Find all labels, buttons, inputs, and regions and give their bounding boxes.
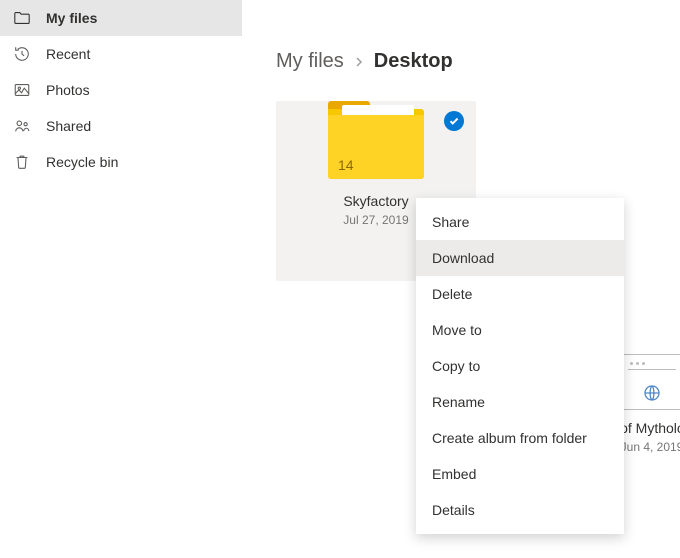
sidebar-item-label: Recent [46,46,90,62]
clock-icon [12,44,32,64]
menu-download[interactable]: Download [416,240,624,276]
menu-delete[interactable]: Delete [416,276,624,312]
sidebar-item-shared[interactable]: Shared [0,108,242,144]
sidebar-item-label: Shared [46,118,91,134]
folder-icon: 14 [328,101,424,179]
web-shortcut-icon [621,354,680,410]
photos-icon [12,80,32,100]
shared-icon [12,116,32,136]
folder-icon [12,8,32,28]
sidebar-item-my-files[interactable]: My files [0,0,242,36]
breadcrumb: My files Desktop [276,50,680,73]
menu-details[interactable]: Details [416,492,624,528]
context-menu: Share Download Delete Move to Copy to Re… [416,198,624,534]
menu-create-album[interactable]: Create album from folder [416,420,624,456]
selection-check-icon[interactable] [444,111,464,131]
menu-rename[interactable]: Rename [416,384,624,420]
sidebar-item-photos[interactable]: Photos [0,72,242,108]
menu-move-to[interactable]: Move to [416,312,624,348]
sidebar-item-recent[interactable]: Recent [0,36,242,72]
recycle-bin-icon [12,152,32,172]
sidebar-item-label: Photos [46,82,90,98]
sidebar-item-label: My files [46,10,97,26]
menu-share[interactable]: Share [416,204,624,240]
sidebar-item-recycle-bin[interactable]: Recycle bin [0,144,242,180]
menu-embed[interactable]: Embed [416,456,624,492]
folder-item-count: 14 [338,157,354,173]
sidebar-item-label: Recycle bin [46,154,118,170]
menu-copy-to[interactable]: Copy to [416,348,624,384]
chevron-right-icon [354,54,364,70]
sidebar: My files Recent Photos Shared Recycle bi… [0,0,242,558]
breadcrumb-parent[interactable]: My files [276,50,344,73]
breadcrumb-current: Desktop [374,50,453,73]
